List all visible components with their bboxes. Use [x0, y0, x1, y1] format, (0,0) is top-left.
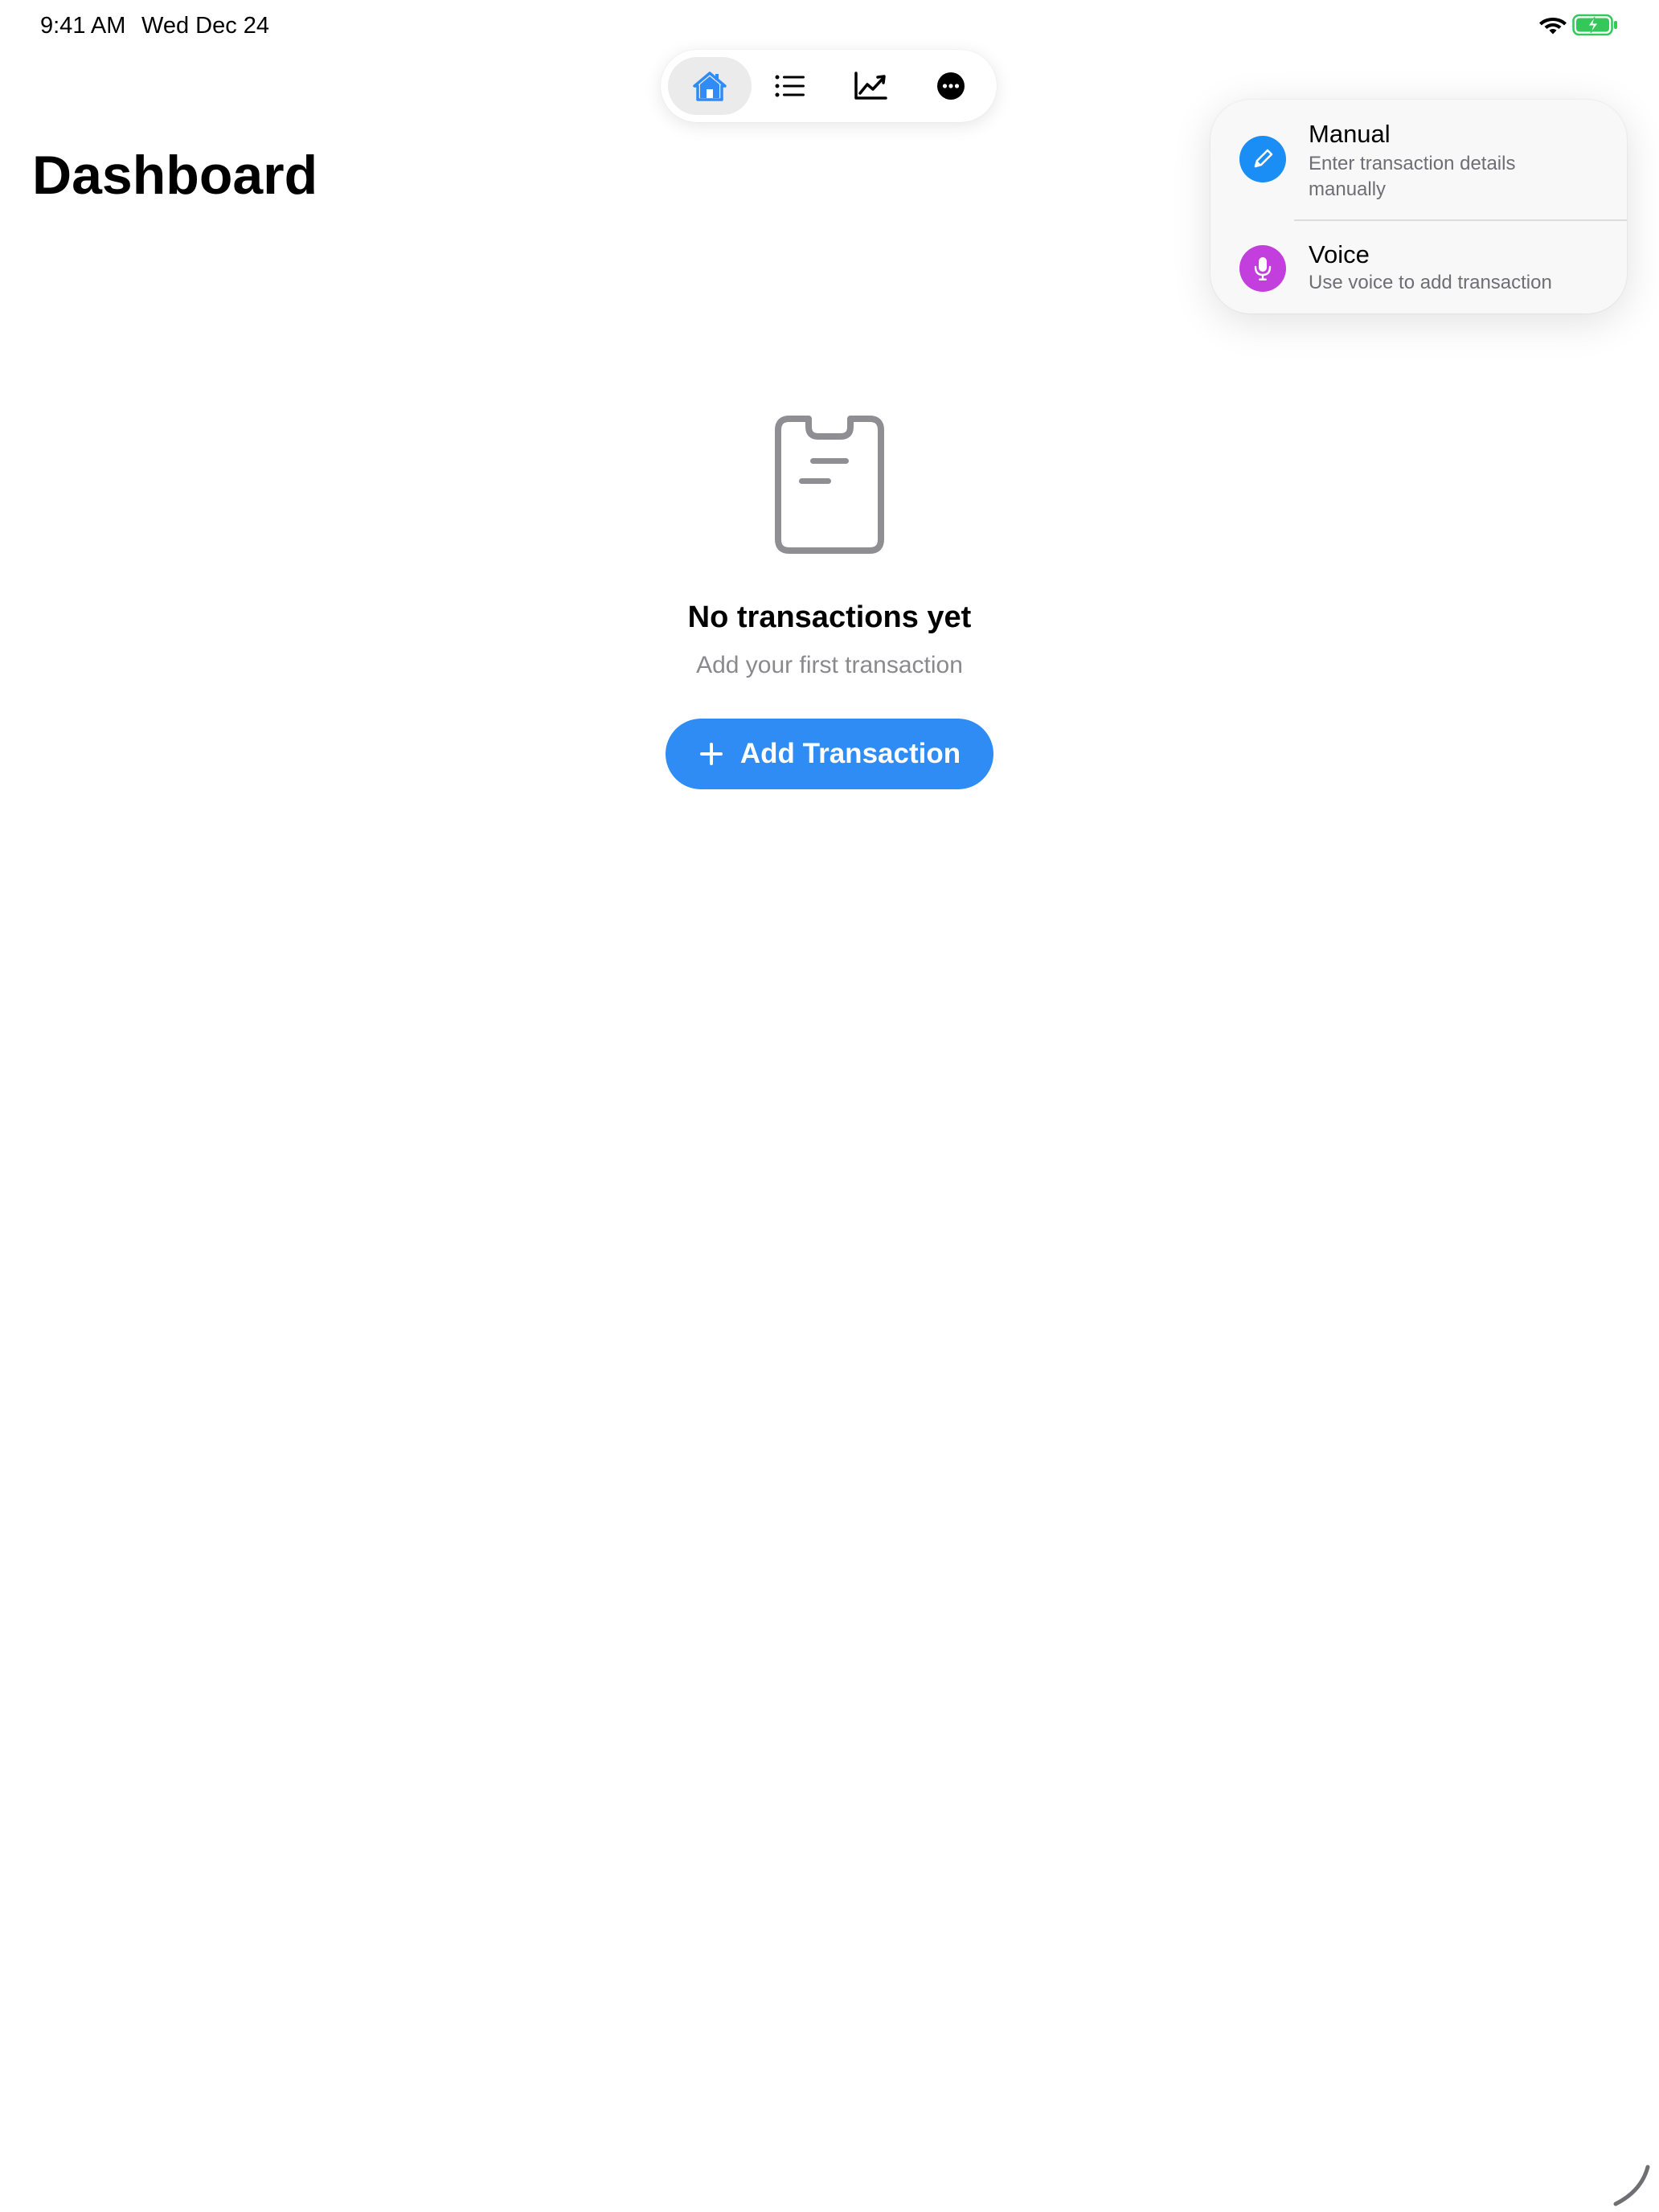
add-transaction-label: Add Transaction: [739, 738, 961, 769]
tab-home[interactable]: [668, 57, 752, 115]
chart-line-icon: [854, 72, 887, 100]
tab-bar: [661, 50, 997, 122]
menu-item-manual-description: Enter transaction details manually: [1309, 153, 1516, 200]
wifi-icon: [1539, 18, 1567, 35]
tab-more[interactable]: [909, 57, 993, 115]
menu-item-voice-label: Voice: [1309, 240, 1370, 268]
menu-item-voice[interactable]: [1210, 220, 1627, 313]
menu-item-voice-description: Use voice to add transaction: [1309, 272, 1552, 293]
page-title: Dashboard: [32, 145, 318, 206]
ellipsis-circle-icon: [937, 72, 965, 100]
tab-list[interactable]: [748, 57, 832, 115]
house-icon: [693, 72, 727, 101]
add-transaction-button[interactable]: Add Transaction: [666, 719, 993, 789]
empty-state-subtitle: Add your first transaction: [696, 652, 963, 678]
status-date: Wed Dec 24: [141, 13, 270, 39]
empty-state-title: No transactions yet: [687, 600, 972, 634]
microphone-icon: [1239, 245, 1286, 292]
list-icon: [775, 75, 805, 97]
battery-charging-icon: [1572, 14, 1617, 36]
pencil-icon: [1239, 136, 1286, 182]
resize-grabber-icon[interactable]: [1609, 2162, 1656, 2209]
tab-chart[interactable]: [829, 57, 912, 115]
clipboard-icon: [775, 416, 884, 554]
add-transaction-menu: Manual Enter transaction details manuall…: [1210, 100, 1627, 313]
menu-item-manual-label: Manual: [1309, 120, 1391, 148]
status-time: 9:41 AM: [40, 13, 126, 39]
plus-icon: [699, 743, 723, 765]
